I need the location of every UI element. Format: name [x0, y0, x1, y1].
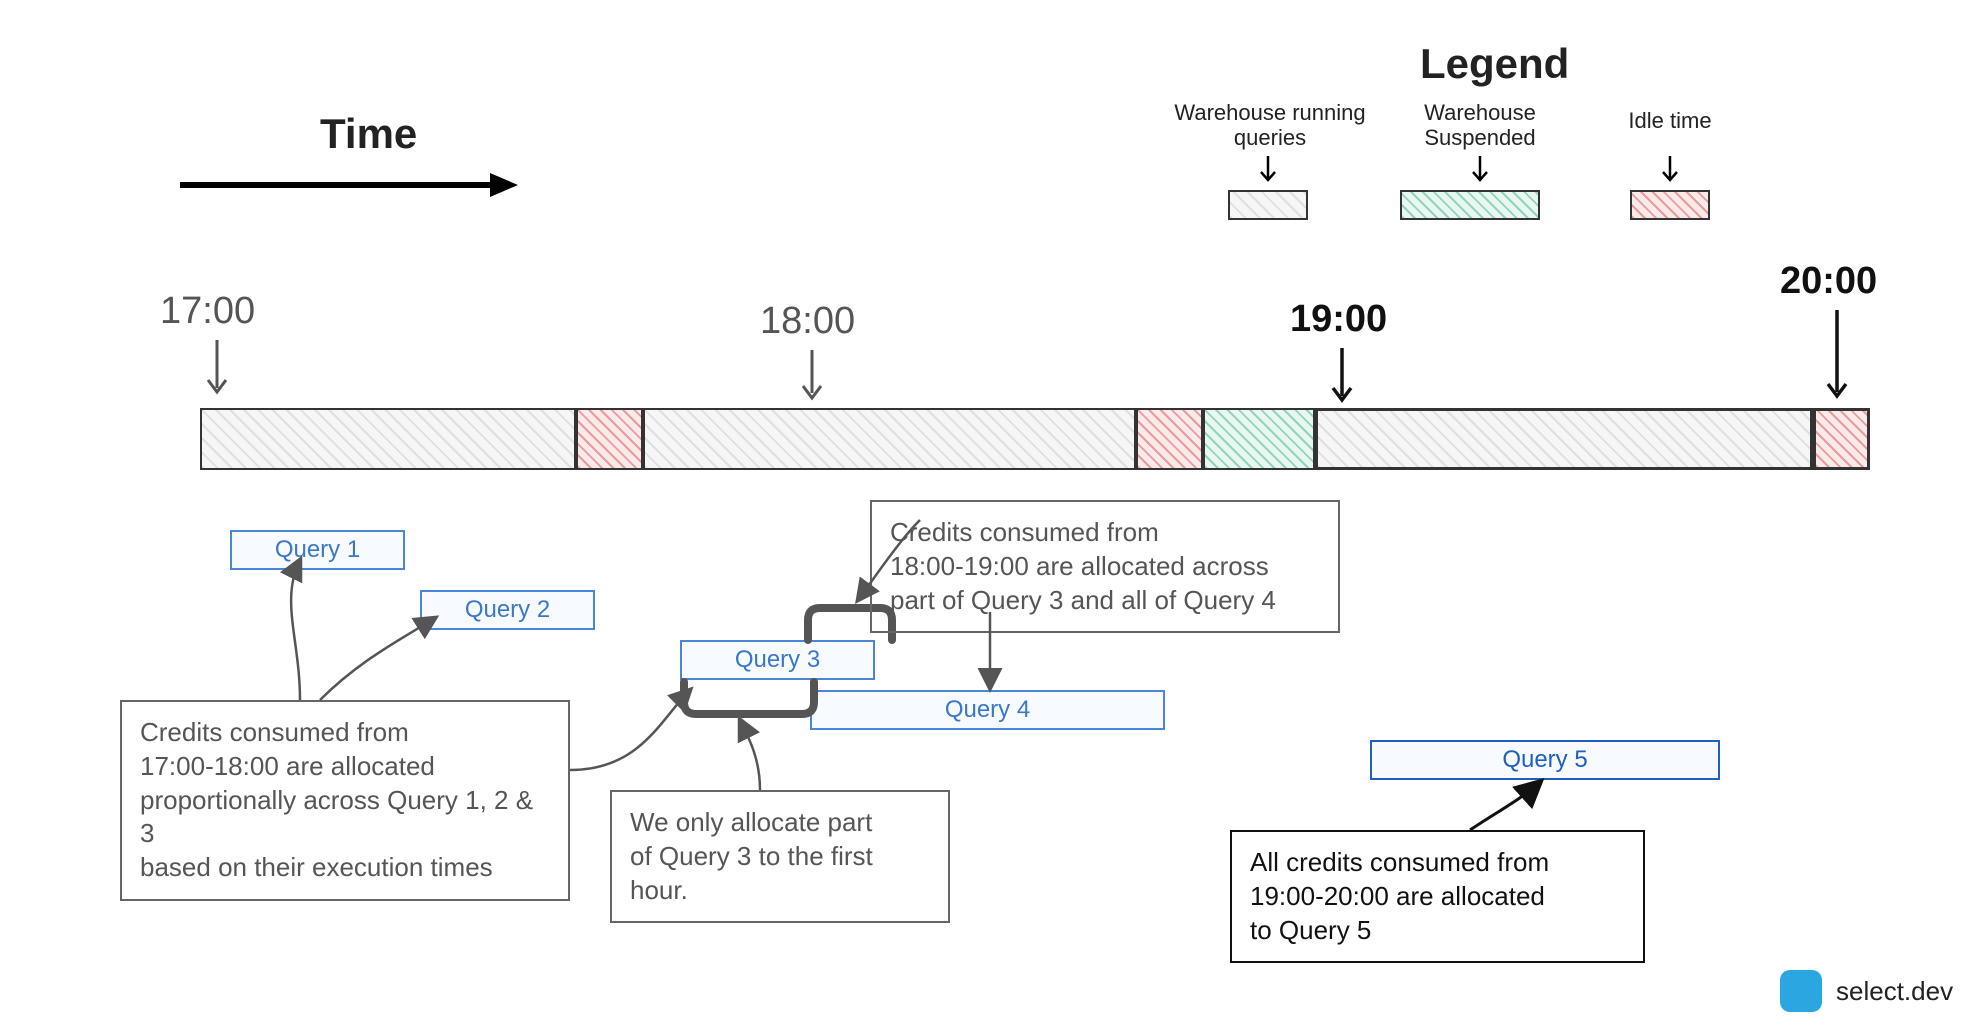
- legend-swatch-running: [1228, 190, 1308, 220]
- tick-17: 17:00: [160, 290, 255, 333]
- arrow-down-icon: [800, 350, 824, 405]
- query-label: Query 1: [232, 532, 403, 564]
- arrow-down-icon: [205, 340, 229, 400]
- segment-running: [200, 408, 576, 470]
- note-text: Credits consumed from17:00-18:00 are all…: [140, 716, 550, 885]
- arrow-down-icon: [1330, 348, 1354, 408]
- note-box-4: All credits consumed from19:00-20:00 are…: [1230, 830, 1645, 963]
- segment-idle: [1136, 408, 1203, 470]
- segment-suspended: [1203, 408, 1315, 470]
- note-text: We only allocate partof Query 3 to the f…: [630, 806, 930, 907]
- segment-running: [643, 408, 1136, 470]
- segment-idle: [1813, 408, 1870, 470]
- legend-swatch-suspended: [1400, 190, 1540, 220]
- time-heading: Time: [320, 110, 417, 158]
- note-box-1: Credits consumed from17:00-18:00 are all…: [120, 700, 570, 901]
- brand-logo-icon: [1780, 970, 1822, 1012]
- query-5: Query 5: [1370, 740, 1720, 780]
- tick-20: 20:00: [1780, 260, 1877, 303]
- arrow-down-icon: [1660, 156, 1680, 186]
- diagram-canvas: Time Legend Warehouse runningqueries War…: [0, 0, 1982, 1034]
- legend-label-suspended: WarehouseSuspended: [1380, 100, 1580, 151]
- time-arrow-icon: [180, 170, 520, 200]
- timeline-track: [200, 408, 1870, 470]
- query-label: Query 5: [1372, 742, 1718, 774]
- note-box-3: Credits consumed from18:00-19:00 are all…: [870, 500, 1340, 633]
- tick-18: 18:00: [760, 300, 855, 343]
- segment-idle: [576, 408, 643, 470]
- segment-running: [1315, 408, 1813, 470]
- brand-footer: select.dev: [1780, 970, 1953, 1012]
- query-4: Query 4: [810, 690, 1165, 730]
- bracket-bottom-icon: [676, 678, 822, 726]
- query-label: Query 4: [812, 692, 1163, 724]
- arrow-down-icon: [1825, 310, 1849, 405]
- query-label: Query 2: [422, 592, 593, 624]
- note-text: Credits consumed from18:00-19:00 are all…: [890, 516, 1320, 617]
- legend-title: Legend: [1420, 40, 1569, 88]
- brand-name: select.dev: [1836, 976, 1953, 1007]
- arrow-down-icon: [1470, 156, 1490, 186]
- note-box-2: We only allocate partof Query 3 to the f…: [610, 790, 950, 923]
- query-1: Query 1: [230, 530, 405, 570]
- legend-swatch-idle: [1630, 190, 1710, 220]
- tick-19: 19:00: [1290, 298, 1387, 341]
- query-2: Query 2: [420, 590, 595, 630]
- arrow-down-icon: [1258, 156, 1278, 186]
- note-text: All credits consumed from19:00-20:00 are…: [1250, 846, 1625, 947]
- legend-label-idle: Idle time: [1590, 108, 1750, 133]
- legend-label-running: Warehouse runningqueries: [1160, 100, 1380, 151]
